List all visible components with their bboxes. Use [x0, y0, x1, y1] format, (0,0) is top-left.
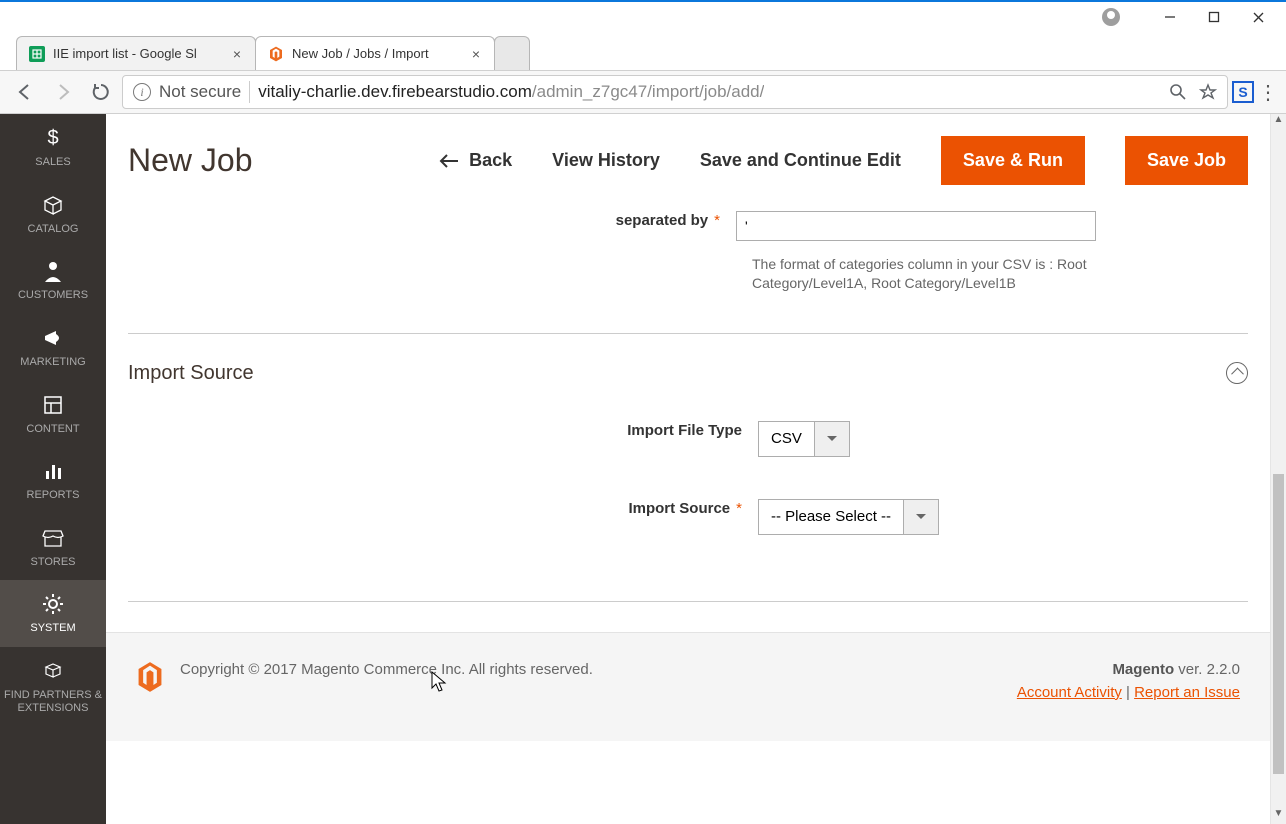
account-activity-link[interactable]: Account Activity	[1017, 684, 1122, 701]
save-run-button[interactable]: Save & Run	[941, 136, 1085, 185]
view-history-button[interactable]: View History	[552, 150, 660, 171]
browser-toolbar: i Not secure vitaliy-charlie.dev.firebea…	[0, 70, 1286, 114]
blocks-icon	[42, 659, 64, 683]
tab-close-button[interactable]: ×	[468, 46, 484, 62]
field-label: Import Source*	[128, 499, 758, 519]
import-source-select[interactable]: -- Please Select --	[758, 499, 939, 535]
sidebar-item-stores[interactable]: STORES	[0, 514, 106, 581]
window-maximize-button[interactable]	[1192, 2, 1236, 32]
url-text: vitaliy-charlie.dev.firebearstudio.com/a…	[258, 82, 764, 102]
admin-sidebar: $ SALES CATALOG CUSTOMERS MARKETING CONT…	[0, 114, 106, 824]
report-issue-link[interactable]: Report an Issue	[1134, 684, 1240, 701]
scroll-down-arrow-icon[interactable]: ▼	[1271, 808, 1286, 824]
browser-tab-google-sheets[interactable]: IIE import list - Google Sl ×	[16, 36, 256, 70]
main-content: New Job Back View History Save and Conti…	[106, 114, 1270, 824]
section-import-source: Import Source Import File Type CSV Impor…	[128, 333, 1248, 541]
window-titlebar	[0, 2, 1286, 32]
page-header: New Job Back View History Save and Conti…	[106, 114, 1270, 205]
person-icon	[43, 259, 63, 283]
sidebar-item-sales[interactable]: $ SALES	[0, 114, 106, 181]
vertical-scrollbar[interactable]: ▲ ▼	[1270, 114, 1286, 824]
window-minimize-button[interactable]	[1148, 2, 1192, 32]
field-note: The format of categories column in your …	[752, 247, 1122, 293]
browser-reload-button[interactable]	[84, 75, 118, 109]
box-icon	[42, 193, 64, 217]
field-row-separated-by: separated by*	[106, 205, 1230, 247]
layout-icon	[43, 393, 63, 417]
sidebar-item-marketing[interactable]: MARKETING	[0, 314, 106, 381]
bar-chart-icon	[43, 459, 63, 483]
extension-s-icon[interactable]: S	[1232, 81, 1254, 103]
back-button[interactable]: Back	[439, 150, 512, 171]
sidebar-item-partners[interactable]: FIND PARTNERS & EXTENSIONS	[0, 647, 106, 726]
footer-version: ver. 2.2.0	[1178, 661, 1240, 678]
page-title: New Job	[128, 142, 253, 179]
browser-tab-strip: IIE import list - Google Sl × New Job / …	[0, 32, 1286, 70]
google-sheets-icon	[29, 46, 45, 62]
chevron-down-icon	[814, 421, 850, 457]
sidebar-item-catalog[interactable]: CATALOG	[0, 181, 106, 248]
magento-icon	[268, 46, 284, 62]
sidebar-item-content[interactable]: CONTENT	[0, 381, 106, 448]
store-icon	[42, 526, 64, 550]
chevron-down-icon	[903, 499, 939, 535]
browser-forward-button[interactable]	[46, 75, 80, 109]
section-collapse-toggle[interactable]	[1226, 362, 1248, 384]
scroll-up-arrow-icon[interactable]: ▲	[1271, 114, 1286, 130]
page-footer: Copyright © 2017 Magento Commerce Inc. A…	[106, 632, 1270, 741]
browser-tab-magento[interactable]: New Job / Jobs / Import ×	[255, 36, 495, 70]
footer-brand: Magento	[1112, 661, 1174, 678]
tab-close-button[interactable]: ×	[229, 46, 245, 62]
browser-menu-button[interactable]: ⋮	[1258, 80, 1278, 105]
zoom-icon[interactable]	[1169, 83, 1187, 101]
section-title: Import Source	[128, 362, 1248, 385]
profile-avatar-icon[interactable]	[1102, 8, 1120, 26]
save-continue-button[interactable]: Save and Continue Edit	[700, 150, 901, 171]
dollar-icon: $	[47, 126, 58, 150]
window-close-button[interactable]	[1236, 2, 1280, 32]
site-info-icon[interactable]: i	[133, 83, 151, 101]
gear-icon	[42, 592, 64, 616]
browser-new-tab-button[interactable]	[494, 36, 530, 70]
browser-back-button[interactable]	[8, 75, 42, 109]
browser-address-bar[interactable]: i Not secure vitaliy-charlie.dev.firebea…	[122, 75, 1228, 109]
security-status: Not secure	[159, 82, 241, 102]
arrow-left-icon	[439, 154, 459, 168]
sidebar-item-customers[interactable]: CUSTOMERS	[0, 247, 106, 314]
tab-title: New Job / Jobs / Import	[292, 46, 460, 61]
scrollbar-thumb[interactable]	[1273, 474, 1284, 774]
sidebar-item-system[interactable]: SYSTEM	[0, 580, 106, 647]
megaphone-icon	[42, 326, 64, 350]
tab-title: IIE import list - Google Sl	[53, 46, 221, 61]
file-type-select[interactable]: CSV	[758, 421, 850, 457]
copyright-text: Copyright © 2017 Magento Commerce Inc. A…	[180, 661, 593, 678]
field-label: separated by*	[106, 211, 736, 231]
field-row-import-source: Import Source* -- Please Select --	[128, 493, 1248, 541]
separated-by-input[interactable]	[736, 211, 1096, 241]
separator	[249, 81, 250, 103]
bookmark-star-icon[interactable]	[1199, 83, 1217, 101]
field-label: Import File Type	[128, 421, 758, 441]
save-job-button[interactable]: Save Job	[1125, 136, 1248, 185]
sidebar-item-reports[interactable]: REPORTS	[0, 447, 106, 514]
section-divider	[128, 601, 1248, 602]
field-row-file-type: Import File Type CSV	[128, 415, 1248, 463]
magento-logo-icon	[136, 661, 164, 693]
